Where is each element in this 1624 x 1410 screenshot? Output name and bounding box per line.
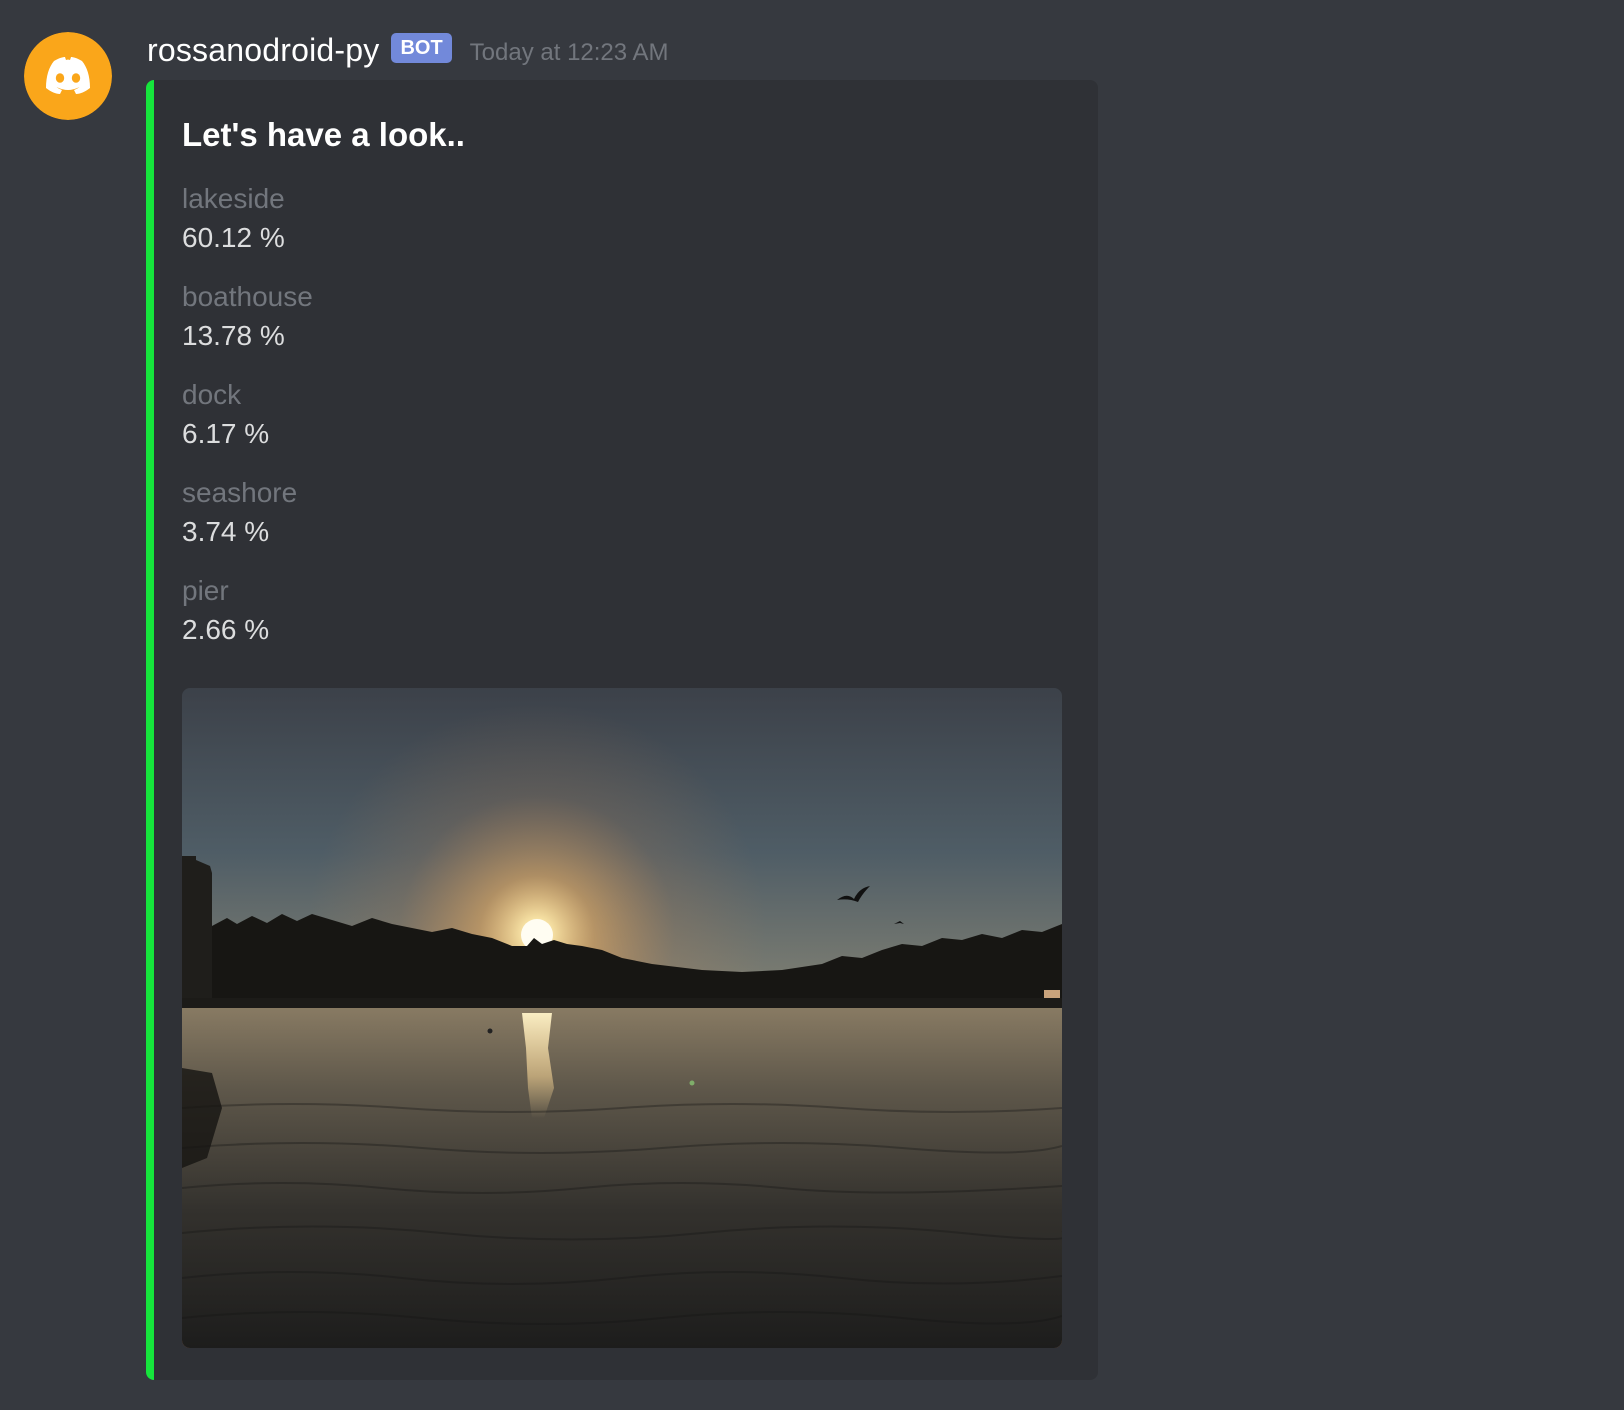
embed-image[interactable] — [182, 688, 1062, 1348]
field-name: seashore — [182, 477, 298, 508]
embed-field: lakeside 60.12 % — [182, 180, 1062, 278]
field-value: 60.12 % — [182, 222, 285, 253]
field-name: lakeside — [182, 183, 285, 214]
embed-title: Let's have a look.. — [182, 116, 465, 153]
field-name: pier — [182, 575, 229, 606]
embed-fields: lakeside 60.12 % boathouse 13.78 % dock … — [182, 180, 1062, 670]
field-name: dock — [182, 379, 242, 410]
message-header: rossanodroid-py BOT Today at 12:23 AM — [147, 28, 668, 72]
embed-field: boathouse 13.78 % — [182, 278, 1062, 376]
field-value: 3.74 % — [182, 516, 270, 547]
message-timestamp[interactable]: Today at 12:23 AM — [470, 39, 669, 67]
field-value: 2.66 % — [182, 614, 270, 645]
rich-embed: Let's have a look.. lakeside 60.12 % boa… — [146, 80, 1098, 1380]
field-name: boathouse — [182, 281, 313, 312]
bot-avatar[interactable] — [24, 32, 112, 120]
field-value: 13.78 % — [182, 320, 285, 351]
bot-badge: BOT — [391, 33, 452, 63]
chat-message: rossanodroid-py BOT Today at 12:23 AM Le… — [0, 0, 1624, 1410]
embed-field: pier 2.66 % — [182, 572, 1062, 670]
embed-field: dock 6.17 % — [182, 376, 1062, 474]
field-value: 6.17 % — [182, 418, 270, 449]
username[interactable]: rossanodroid-py — [147, 32, 379, 69]
discord-logo-icon — [24, 32, 112, 120]
embed-field: seashore 3.74 % — [182, 474, 1062, 572]
sunset-lake-photo — [182, 688, 1062, 1348]
embed-accent-bar — [146, 80, 154, 1380]
